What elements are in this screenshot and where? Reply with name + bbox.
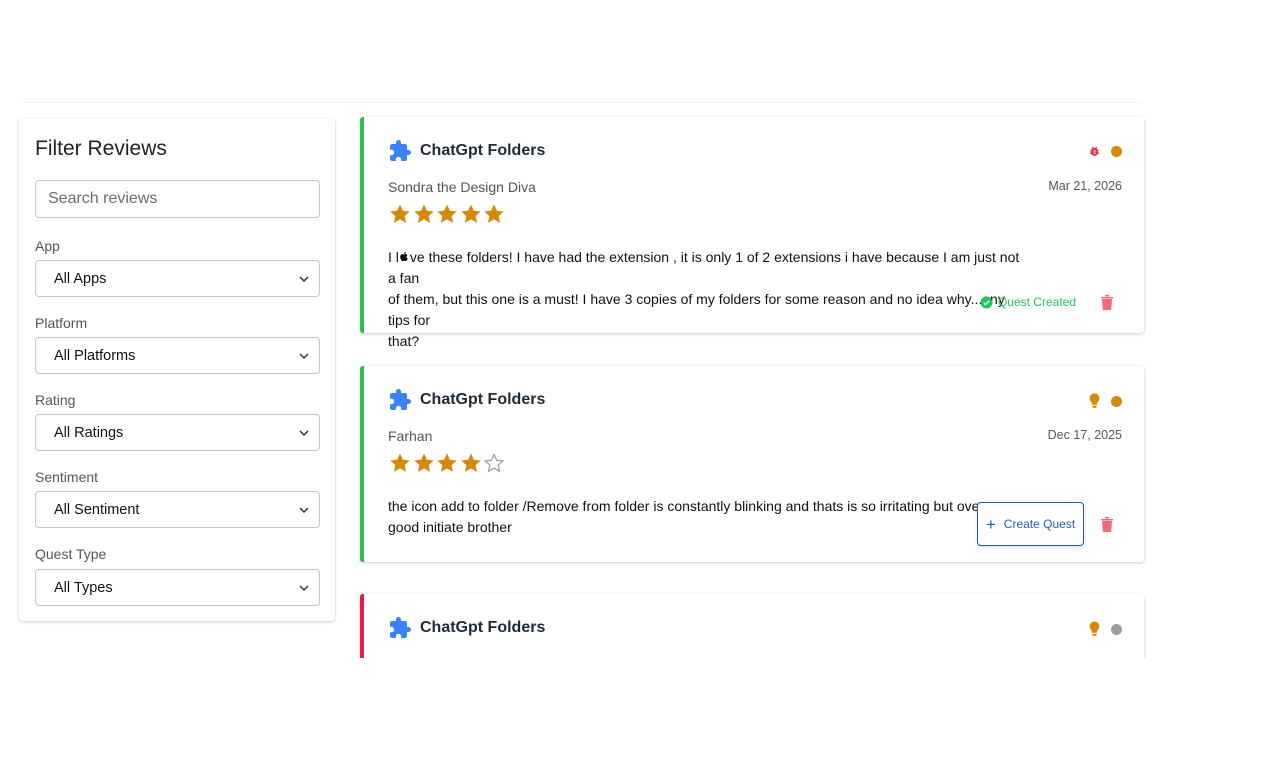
chevron-down-icon	[299, 352, 309, 359]
star-filled-icon	[484, 204, 504, 223]
review-status	[1088, 393, 1122, 409]
app-name: ChatGpt Folders	[420, 619, 546, 636]
chevron-down-icon	[299, 584, 309, 591]
lightbulb-icon	[1089, 621, 1100, 636]
review-app: ChatGpt Folders	[388, 139, 545, 163]
sentiment-filter-label: Sentiment	[35, 469, 99, 485]
trash-icon[interactable]	[1100, 294, 1114, 310]
trash-icon[interactable]	[1100, 516, 1114, 532]
platform-select-value: All Platforms	[54, 347, 136, 364]
app-select-value: All Apps	[54, 270, 107, 287]
quest-type-select[interactable]: All Types	[35, 569, 320, 606]
quest-type-filter-label: Quest Type	[35, 546, 107, 562]
app-filter-label: App	[35, 238, 60, 254]
sentiment-dot	[1111, 146, 1122, 157]
rating-filter-label: Rating	[35, 392, 76, 408]
review-status	[1088, 621, 1122, 637]
puzzle-icon	[390, 389, 411, 410]
app-name: ChatGpt Folders	[420, 391, 546, 408]
review-app: ChatGpt Folders	[388, 616, 545, 640]
filter-title: Filter Reviews	[35, 137, 167, 160]
review-author: Sondra the Design Diva	[388, 179, 536, 195]
puzzle-icon	[390, 617, 411, 638]
app-select[interactable]: All Apps	[35, 260, 320, 297]
search-input[interactable]	[35, 180, 320, 218]
review-date: Mar 21, 2026	[1048, 179, 1122, 193]
star-filled-icon	[413, 453, 434, 472]
review-author: Farhan	[388, 428, 433, 444]
sentiment-select[interactable]: All Sentiment	[35, 491, 320, 528]
sentiment-dot	[1111, 395, 1122, 407]
top-divider	[22, 102, 1142, 103]
quest-created-badge: Quest Created	[980, 295, 1076, 309]
apple-icon	[400, 251, 408, 262]
rating-select-value: All Ratings	[54, 424, 124, 441]
review-text: the icon add to folder /Remove from fold…	[388, 498, 988, 535]
star-filled-icon	[437, 204, 457, 223]
review-date: Dec 17, 2025	[1047, 428, 1122, 442]
platform-filter-label: Platform	[35, 315, 88, 331]
star-filled-icon	[460, 453, 481, 472]
review-card: ChatGpt Folders Farhan Dec 17, 2025 the …	[360, 366, 1144, 562]
sentiment-dot	[1111, 623, 1122, 635]
rating-select[interactable]: All Ratings	[35, 414, 320, 451]
star-rating	[388, 451, 506, 475]
lightbulb-icon	[1089, 393, 1100, 408]
star-filled-icon	[437, 453, 457, 472]
review-card: ChatGpt Folders Sondra the Design Diva M…	[360, 117, 1144, 349]
review-app: ChatGpt Folders	[388, 388, 545, 412]
review-text: I l ve these folders! I have had the exte…	[388, 249, 1020, 349]
star-filled-icon	[390, 453, 410, 472]
chevron-down-icon	[299, 506, 309, 513]
review-status	[1088, 145, 1122, 158]
star-filled-icon	[390, 204, 410, 223]
plus-icon: +	[985, 514, 996, 534]
app-name: ChatGpt Folders	[420, 142, 546, 159]
review-card: ChatGpt Folders	[360, 594, 1144, 658]
filter-panel: Filter Reviews App All Apps Platform All…	[19, 118, 335, 621]
review-list-viewport[interactable]: ChatGpt Folders	[355, 592, 1155, 658]
chevron-down-icon	[299, 275, 309, 282]
star-rating	[388, 202, 506, 226]
puzzle-icon	[390, 140, 411, 161]
bug-icon	[1090, 146, 1099, 156]
create-quest-button[interactable]: + Create Quest	[977, 502, 1084, 546]
quest-type-select-value: All Types	[54, 579, 113, 596]
check-circle-icon	[980, 296, 993, 308]
platform-select[interactable]: All Platforms	[35, 337, 320, 374]
chevron-down-icon	[299, 429, 309, 436]
sentiment-select-value: All Sentiment	[54, 501, 140, 518]
star-filled-icon	[413, 204, 434, 223]
star-filled-icon	[460, 204, 481, 223]
star-empty-icon	[483, 453, 505, 473]
